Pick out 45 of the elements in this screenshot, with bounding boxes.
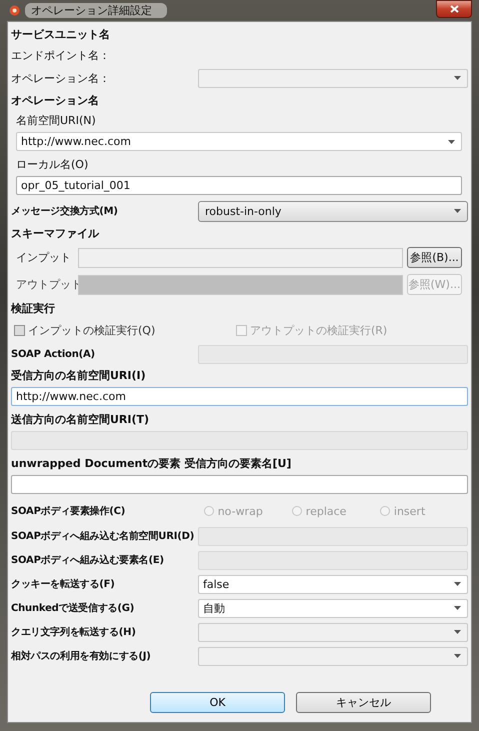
field-label: 受信方向の名前空間URI(I) <box>11 368 147 384</box>
window-title: オペレーション詳細設定 <box>25 3 167 18</box>
combo-box[interactable]: http://www.nec.com <box>16 132 462 151</box>
combo-box[interactable]: 自動 <box>198 598 468 618</box>
section-heading: オペレーション名 <box>11 93 100 109</box>
file-path-field[interactable] <box>78 248 403 268</box>
field-label: 相対パスの利用を有効にする(J) <box>11 649 152 663</box>
section-heading: スキーマファイル <box>11 226 100 242</box>
caret-icon <box>454 606 461 610</box>
caret-icon <box>448 140 455 144</box>
input-field[interactable]: opr_05_tutorial_001 <box>16 176 462 195</box>
field-label: クエリ文字列を転送する(H) <box>11 625 137 639</box>
input-field[interactable]: http://www.nec.com <box>11 387 468 406</box>
field-label: クッキーを転送する(F) <box>11 578 116 591</box>
caret-icon <box>454 76 461 80</box>
field-label: 送信方向の名前空間URI(T) <box>11 412 150 428</box>
caret-icon <box>454 630 461 634</box>
field-label: 名前空間URI(N) <box>15 113 97 129</box>
checkbox-box[interactable] <box>14 325 25 336</box>
browse-button[interactable]: 参照(B)... <box>407 247 462 268</box>
combo-box[interactable]: false <box>198 574 468 594</box>
close-button[interactable] <box>436 0 472 18</box>
cancel-button[interactable]: キャンセル <box>296 692 431 713</box>
close-icon <box>450 5 458 13</box>
field-label: SOAPボディ要素操作(C) <box>11 504 126 518</box>
input-field[interactable] <box>11 475 468 494</box>
checkbox[interactable]: インプットの検証実行(Q) <box>14 323 236 338</box>
caret-icon <box>454 582 461 586</box>
field-label: SOAP Action(A) <box>11 348 96 360</box>
ok-button[interactable]: OK <box>150 692 285 713</box>
field-label: オペレーション名： <box>11 70 111 86</box>
field-label: SOAPボディへ組み込む名前空間URI(D) <box>11 530 196 543</box>
field-label: インプット <box>16 250 72 265</box>
field-label: Chunkedで送受信する(G) <box>11 602 136 615</box>
field-label: unwrapped Documentの要素 受信方向の要素名[U] <box>11 456 292 472</box>
caret-icon <box>454 209 461 213</box>
section-heading: 検証実行 <box>11 301 56 317</box>
field-label: SOAPボディへ組み込む要素名(E) <box>11 554 165 567</box>
section-heading: サービスユニット名 <box>11 27 111 43</box>
app-icon <box>9 5 20 16</box>
caret-icon <box>454 654 461 658</box>
dropdown[interactable]: robust-in-only <box>198 200 468 222</box>
field-label: メッセージ交換方式(M) <box>11 204 119 218</box>
field-label: ローカル名(O) <box>15 157 90 173</box>
field-label: エンドポイント名： <box>11 48 111 64</box>
